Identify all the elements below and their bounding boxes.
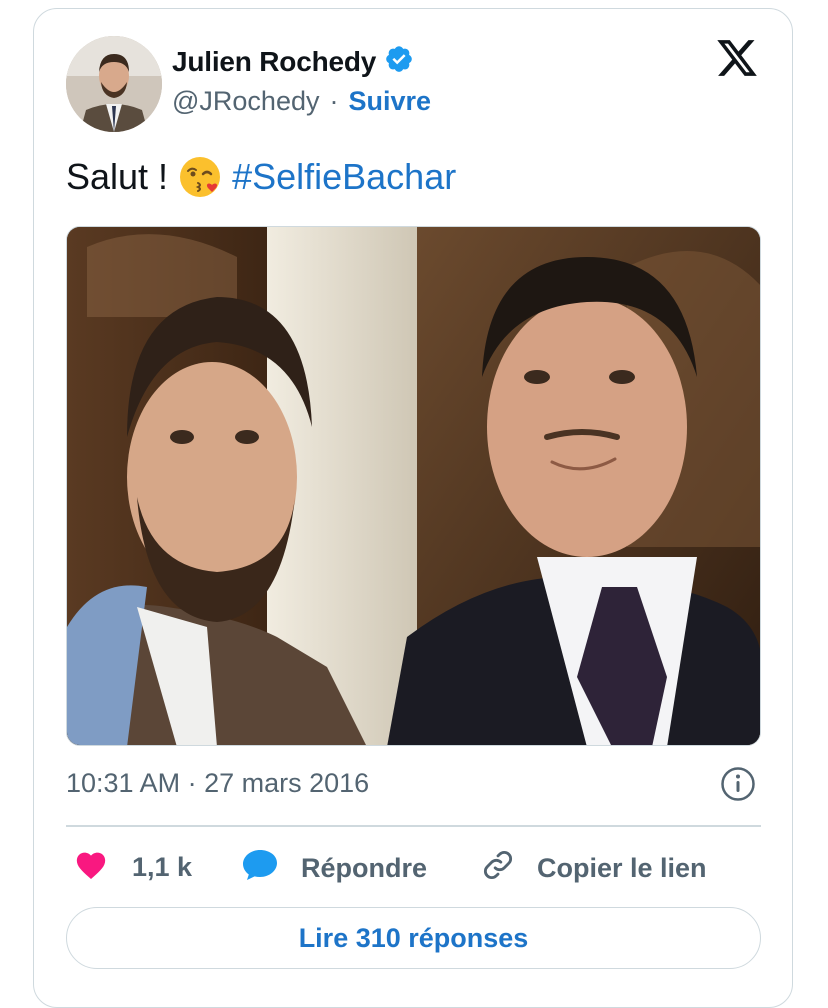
reply-button[interactable]: Répondre: [241, 848, 427, 889]
kiss-emoji: [178, 155, 222, 199]
follow-button[interactable]: Suivre: [348, 86, 431, 117]
timestamp[interactable]: 10:31 AM · 27 mars 2016: [66, 768, 369, 799]
author-name-row[interactable]: Julien Rochedy: [172, 44, 414, 79]
separator-dot: ·: [329, 86, 339, 116]
author-name[interactable]: Julien Rochedy: [172, 46, 376, 78]
action-bar: 1,1 k Répondre Copier le lien: [0, 846, 828, 890]
reply-bubble-icon: [241, 848, 279, 889]
heart-icon: [74, 848, 108, 887]
likes-count: 1,1 k: [132, 852, 193, 882]
info-icon[interactable]: [720, 766, 756, 802]
hashtag-link[interactable]: #SelfieBachar: [232, 156, 456, 198]
tweet-text: Salut ! 😘 #SelfieBachar: [66, 155, 456, 199]
avatar[interactable]: [66, 36, 162, 132]
copy-link-label: Copier le lien: [537, 853, 707, 883]
tweet-photo[interactable]: [66, 226, 761, 746]
reply-label: Répondre: [301, 853, 428, 883]
link-icon: [481, 848, 515, 889]
tweet-body: Salut !: [66, 156, 169, 197]
like-button[interactable]: 1,1 k: [74, 848, 192, 887]
author-handle-row: @JRochedy · Suivre: [172, 86, 431, 117]
divider: [66, 825, 761, 827]
read-replies-button[interactable]: Lire 310 réponses: [66, 907, 761, 969]
x-logo-icon[interactable]: [714, 36, 760, 80]
verified-badge-icon: [384, 44, 414, 79]
author-handle[interactable]: @JRochedy: [172, 86, 319, 117]
copy-link-button[interactable]: Copier le lien: [481, 848, 707, 889]
